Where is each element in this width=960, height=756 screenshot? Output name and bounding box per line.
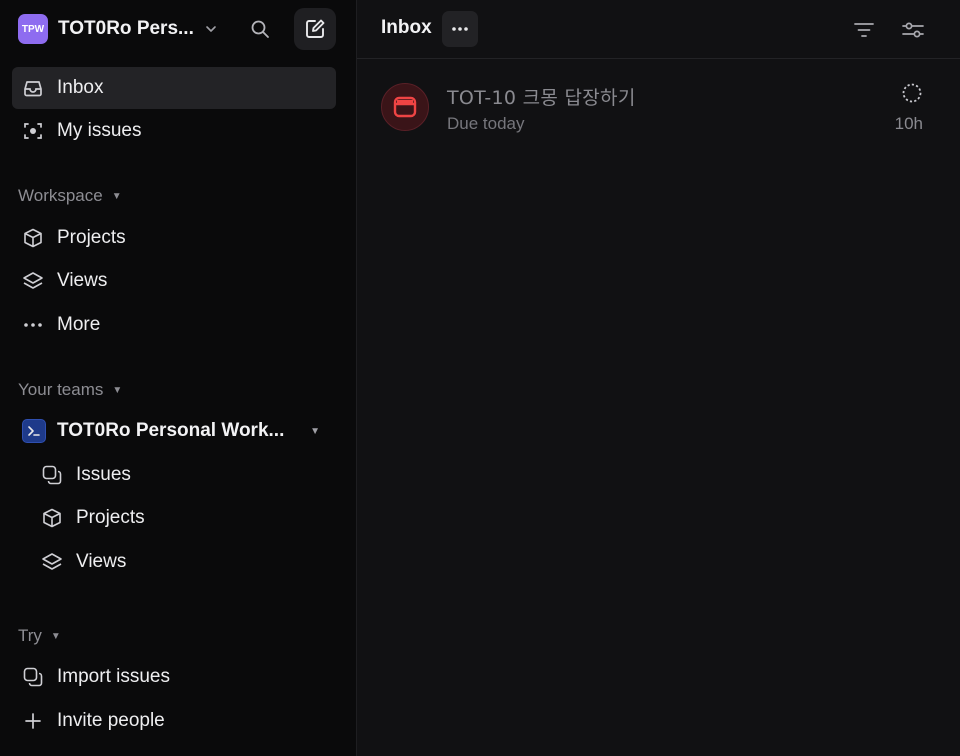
sidebar-item-label: Views [57, 270, 108, 291]
sidebar-item-label: Import issues [57, 666, 170, 687]
notification-title: TOT-10 크몽 답장하기 [447, 87, 636, 109]
sidebar-item-label: Projects [57, 227, 126, 248]
more-dots-icon [452, 27, 468, 31]
try-section-header[interactable]: Try ▼ [18, 626, 61, 646]
new-issue-button[interactable] [294, 8, 336, 50]
sidebar-item-label: Issues [76, 464, 131, 485]
main-panel: Inbox TOT-10 크몽 답장하기 Due today 10h [357, 0, 960, 756]
sidebar-item-label: Projects [76, 507, 145, 528]
notification-time: 10h [894, 114, 923, 133]
sidebar: TPW TOT0Ro Pers... Inbox My issues Works… [0, 0, 357, 756]
teams-section-header[interactable]: Your teams ▼ [18, 380, 122, 400]
cube-icon [22, 227, 44, 249]
calendar-icon [381, 83, 429, 131]
inbox-options-button[interactable] [442, 11, 478, 47]
layers-icon [22, 270, 44, 292]
caret-down-icon[interactable]: ▼ [310, 426, 320, 437]
sidebar-item-team-views[interactable]: Views [12, 541, 336, 583]
workspace-name[interactable]: TOT0Ro Pers... [58, 18, 194, 40]
team-name: TOT0Ro Personal Work... [57, 420, 285, 441]
search-icon[interactable] [248, 17, 272, 41]
section-label: Try [18, 626, 42, 645]
issues-icon [22, 666, 44, 688]
sidebar-item-projects[interactable]: Projects [12, 217, 336, 259]
sidebar-item-views[interactable]: Views [12, 260, 336, 302]
chevron-down-icon[interactable] [204, 22, 218, 36]
sidebar-item-import-issues[interactable]: Import issues [12, 656, 336, 698]
caret-down-icon: ▼ [112, 384, 123, 396]
sidebar-item-label: Views [76, 551, 127, 572]
sidebar-item-team-issues[interactable]: Issues [12, 454, 336, 496]
main-header: Inbox [357, 0, 960, 59]
filter-icon[interactable] [851, 17, 877, 43]
workspace-header: TPW TOT0Ro Pers... [12, 8, 336, 50]
sidebar-item-more[interactable]: More [12, 304, 336, 346]
sidebar-item-label: Inbox [57, 77, 104, 98]
team-row[interactable]: TOT0Ro Personal Work... ▼ [12, 410, 336, 452]
sidebar-item-my-issues[interactable]: My issues [12, 110, 336, 152]
caret-down-icon: ▼ [50, 630, 61, 642]
inbox-notification-item[interactable]: TOT-10 크몽 답장하기 Due today 10h [357, 60, 959, 150]
issues-icon [41, 464, 63, 486]
page-title: Inbox [381, 17, 432, 38]
sidebar-item-label: More [57, 314, 101, 335]
display-options-icon[interactable] [900, 17, 926, 43]
inbox-icon [22, 77, 44, 99]
status-backlog-icon [902, 83, 922, 103]
compose-icon [306, 19, 325, 38]
sidebar-item-invite-people[interactable]: Invite people [12, 700, 336, 742]
sidebar-item-label: Invite people [57, 710, 165, 731]
plus-icon [22, 710, 44, 732]
section-label: Workspace [18, 186, 103, 205]
caret-down-icon: ▼ [111, 190, 122, 202]
app-window: TPW TOT0Ro Pers... Inbox My issues Works… [0, 0, 960, 756]
section-label: Your teams [18, 380, 104, 399]
sidebar-item-inbox[interactable]: Inbox [12, 67, 336, 109]
more-dots-icon [22, 314, 44, 336]
sidebar-item-team-projects[interactable]: Projects [12, 497, 336, 539]
workspace-section-header[interactable]: Workspace ▼ [18, 186, 122, 206]
target-icon [22, 120, 44, 142]
cube-icon [41, 507, 63, 529]
terminal-icon [22, 419, 46, 443]
workspace-avatar[interactable]: TPW [18, 14, 48, 44]
sidebar-item-label: My issues [57, 120, 142, 141]
notification-subtitle: Due today [447, 114, 525, 133]
layers-icon [41, 551, 63, 573]
